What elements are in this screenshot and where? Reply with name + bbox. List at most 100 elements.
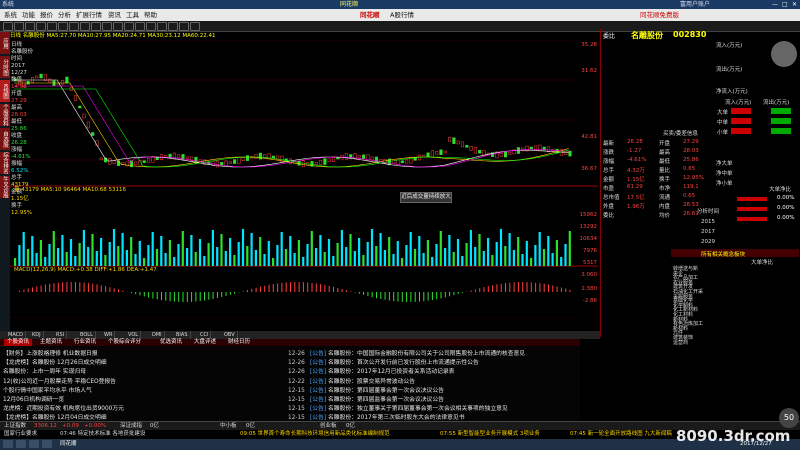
menu-item-quote[interactable]: 报价 xyxy=(40,9,53,21)
news-item-right[interactable]: 12-26 [公告] 名雕股份：首次公开发行前已发行股份上市流通提示性公告 xyxy=(288,357,578,366)
flow-row-small: 小单 xyxy=(717,130,729,136)
news-item-left[interactable]: 【财务】上涨股格理修 机业数据日报 xyxy=(3,348,273,357)
macd-tick: -2.86 xyxy=(582,298,597,304)
news-tab-select[interactable]: 优选资讯 xyxy=(160,339,182,346)
volume-bar xyxy=(254,250,257,266)
volume-bar xyxy=(117,246,120,266)
news-item-right[interactable]: 12-26 [公告] 名雕股份：2017年12月已投资者关系活动记录表 xyxy=(288,366,578,375)
stat-value: 25.86 xyxy=(683,157,699,163)
news-item-left[interactable]: 12(收)公司近一月股票走势 平稳CEO登报告 xyxy=(3,376,273,385)
taskbar-app-icon[interactable] xyxy=(16,440,26,448)
app-menu-system[interactable]: 系统 xyxy=(2,0,14,9)
menu-item-analysis[interactable]: 分析 xyxy=(58,9,71,21)
ticker-item[interactable]: 09:05 世界首个寿命长期科技环境信用新品类化标准编制规范 xyxy=(240,430,390,439)
news-item-right[interactable]: 12-22 [公告] 名雕股份：股票交易异常波动公告 xyxy=(288,376,578,385)
indicator-tab[interactable]: DMI xyxy=(150,331,165,339)
menu-item-help[interactable]: 帮助 xyxy=(144,9,157,21)
left-tab-timeline[interactable]: 分时图 xyxy=(0,56,10,78)
start-icon[interactable] xyxy=(3,440,13,448)
news-tab-stock[interactable]: 个股资讯 xyxy=(4,339,33,346)
indicator-tab[interactable]: OBV xyxy=(222,331,238,339)
refresh-icon[interactable] xyxy=(36,22,46,31)
taskbar-app-icon[interactable] xyxy=(29,440,39,448)
taskbar-app-icon[interactable] xyxy=(42,440,52,448)
site-watermark: 8090.3dr.com xyxy=(676,427,791,445)
volume-bar xyxy=(155,249,159,266)
indicator-tab[interactable]: BIAS xyxy=(174,331,191,339)
news-item-left[interactable]: 【龙虎榜】名雕股份 12月26日成交明细 xyxy=(3,357,273,366)
alert-icon[interactable] xyxy=(157,22,167,31)
indicator-tab[interactable]: KDJ xyxy=(30,331,44,339)
flow-in-label: 流入(万元) xyxy=(716,43,743,49)
stock-name: 名雕股份 xyxy=(631,31,663,40)
search-icon[interactable] xyxy=(190,22,200,31)
menu-item-system[interactable]: 系统 xyxy=(4,9,17,21)
timeline-icon[interactable] xyxy=(69,22,79,31)
news-tab-calendar[interactable]: 财经日历 xyxy=(228,339,250,346)
news-item-right[interactable]: 12-15 [公告] 名雕股份：第四届董事会第一次会议决议公告 xyxy=(288,385,578,394)
menu-item-extended[interactable]: 扩展行情 xyxy=(76,9,102,21)
zoom-out-icon[interactable] xyxy=(135,22,145,31)
ticker-item[interactable]: 07:45 新一轮全面开放路线图 九大新闻稿 xyxy=(570,430,672,439)
left-tab-ranking[interactable]: 综合排名 xyxy=(0,152,10,174)
left-tab-app[interactable]: 应用 xyxy=(0,32,10,54)
volume-bar xyxy=(229,238,232,266)
volume-bar xyxy=(216,247,219,266)
window-minimize-button[interactable]: — xyxy=(772,0,778,9)
forward-icon[interactable] xyxy=(14,22,24,31)
draw-icon[interactable] xyxy=(113,22,123,31)
window-close-button[interactable]: ✕ xyxy=(792,0,797,9)
left-tab-watchlist[interactable]: 自选股 xyxy=(0,128,10,150)
left-tab-kline[interactable]: K线图 xyxy=(0,80,10,102)
volume-bar xyxy=(241,229,245,266)
macd-info: MACD(12,26,9) MACD:+0.38 DIFF:+1.86 DEA:… xyxy=(14,267,157,273)
data-panel-line: 换手 xyxy=(11,203,23,209)
news-tab-market[interactable]: 大盘评述 xyxy=(194,339,216,346)
ticker-item[interactable]: 国家行业要求 xyxy=(4,430,37,439)
news-item-left[interactable]: 12月06日机构调研一览 xyxy=(3,394,273,403)
zoom-badge[interactable]: 50 xyxy=(779,408,799,428)
trade-icon[interactable] xyxy=(168,22,178,31)
window-maximize-button[interactable]: □ xyxy=(782,0,788,9)
indicator-tab[interactable]: MACD xyxy=(6,331,26,339)
ticker-item[interactable]: 07:55 新型智能型业务开展模式 3项业务 xyxy=(440,430,540,439)
indicator-tab[interactable]: VOL xyxy=(126,331,142,339)
settings-icon[interactable] xyxy=(179,22,189,31)
news-tab-industry[interactable]: 行业资讯 xyxy=(74,339,96,346)
f10-icon[interactable] xyxy=(80,22,90,31)
layout-icon[interactable] xyxy=(146,22,156,31)
indicator-tab[interactable]: CCI xyxy=(198,331,212,339)
kline-icon[interactable] xyxy=(58,22,68,31)
news-item-right[interactable]: 12-15 [公告] 名雕股份：第四届监事会第一次会议决议公告 xyxy=(288,394,578,403)
news-item-left[interactable]: 龙虎榜：近期投资有效 机构席位出货9000万元 xyxy=(3,403,273,412)
ticker-item[interactable]: 07:46 特定技术标准 各地获批建设 xyxy=(60,430,145,439)
news-item-left[interactable]: 个股行情中国家平均水平 市场人气 xyxy=(3,385,273,394)
news-tab-theme[interactable]: 主题资讯 xyxy=(40,339,62,346)
industry-item[interactable]: 运营商 xyxy=(673,339,688,346)
home-icon[interactable] xyxy=(25,22,35,31)
left-tab-diagnosis[interactable]: 牛叉诊股 xyxy=(0,176,10,198)
indicator-tab[interactable]: WR xyxy=(102,331,116,339)
quote-icon[interactable] xyxy=(47,22,57,31)
news-tab-score[interactable]: 个股综合评分 xyxy=(108,339,141,346)
menu-item-news[interactable]: 资讯 xyxy=(108,9,121,21)
indicator-tab[interactable]: RSI xyxy=(54,331,68,339)
news-item-right[interactable]: 12-26 [公告] 名雕股份：中国国际金融股份有限公司关于公司限售股份上市流通的核… xyxy=(288,348,578,357)
news-icon[interactable] xyxy=(91,22,101,31)
news-item-left[interactable]: 名雕股份：上市一周年 实现归母 xyxy=(3,366,273,375)
kline-chart[interactable]: 量:43179 MA5:10 96464 MA10:68 53116 MACD(… xyxy=(10,40,598,318)
indicator-icon[interactable] xyxy=(102,22,112,31)
taskbar-app-label[interactable]: 同花顺 xyxy=(60,439,77,450)
left-tab-profile[interactable]: 个股资料 xyxy=(0,104,10,126)
zoom-in-icon[interactable] xyxy=(124,22,134,31)
menu-item-function[interactable]: 功能 xyxy=(22,9,35,21)
candle xyxy=(460,141,465,148)
candle xyxy=(185,156,189,160)
back-icon[interactable] xyxy=(3,22,13,31)
vol-tick: 15962 xyxy=(579,212,598,218)
news-item-right[interactable]: 12-15 [公告] 名雕股份：独立董事关于第四届董事会第一次会议相关事项的独立意见 xyxy=(288,403,578,412)
indicator-tab[interactable]: BOLL xyxy=(78,331,96,339)
macd-bar xyxy=(152,292,154,299)
macd-bar xyxy=(462,292,463,293)
menu-item-tools[interactable]: 工具 xyxy=(126,9,139,21)
